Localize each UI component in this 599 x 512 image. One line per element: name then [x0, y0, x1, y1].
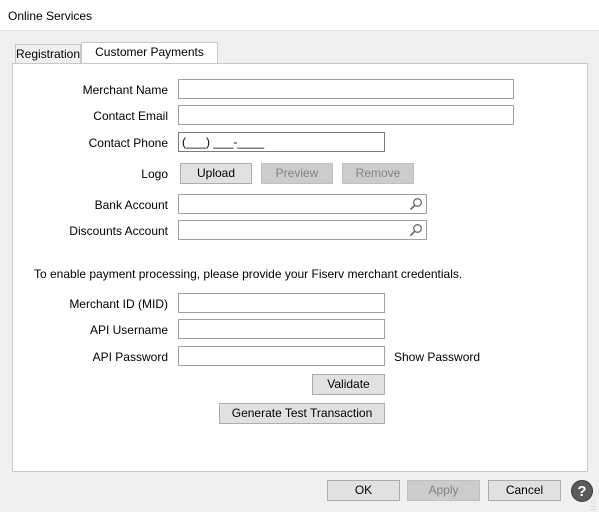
search-icon[interactable]	[409, 197, 423, 211]
api-username-field[interactable]	[178, 319, 385, 339]
api-password-label: API Password	[92, 350, 168, 364]
tab-customer-payments-portal[interactable]: Customer Payments Portal	[81, 42, 218, 77]
preview-button[interactable]: Preview	[261, 163, 333, 184]
merchant-id-field[interactable]	[178, 293, 385, 313]
bank-account-field[interactable]	[178, 194, 427, 214]
show-password-toggle[interactable]: Show Password	[394, 350, 480, 364]
customer-payments-panel: Merchant Name Contact Email Contact Phon…	[12, 63, 588, 472]
cancel-button[interactable]: Cancel	[488, 480, 561, 501]
contact-email-label: Contact Email	[93, 109, 168, 123]
generate-test-transaction-button[interactable]: Generate Test Transaction	[219, 403, 385, 424]
merchant-name-label: Merchant Name	[82, 83, 168, 97]
api-username-label: API Username	[89, 323, 168, 337]
contact-phone-field[interactable]	[178, 132, 385, 152]
apply-button[interactable]: Apply	[407, 480, 480, 501]
remove-button[interactable]: Remove	[342, 163, 414, 184]
merchant-id-label: Merchant ID (MID)	[69, 297, 168, 311]
title-bar: Online Services	[0, 0, 599, 31]
fiserv-notice: To enable payment processing, please pro…	[34, 267, 463, 281]
discounts-account-field[interactable]	[178, 220, 427, 240]
search-icon[interactable]	[409, 223, 423, 237]
ok-button[interactable]: OK	[327, 480, 400, 501]
discounts-account-label: Discounts Account	[69, 224, 168, 238]
api-password-field[interactable]	[178, 346, 385, 366]
contact-email-field[interactable]	[178, 105, 514, 125]
window-title: Online Services	[8, 9, 93, 23]
bank-account-label: Bank Account	[94, 198, 168, 212]
logo-label: Logo	[141, 167, 168, 181]
upload-button[interactable]: Upload	[180, 163, 252, 184]
resize-grip-icon[interactable]: ·:·:::	[590, 499, 597, 512]
validate-button[interactable]: Validate	[312, 374, 385, 395]
tab-registration[interactable]: Registration	[15, 44, 81, 64]
contact-phone-label: Contact Phone	[88, 136, 168, 150]
merchant-name-field[interactable]	[178, 79, 514, 99]
